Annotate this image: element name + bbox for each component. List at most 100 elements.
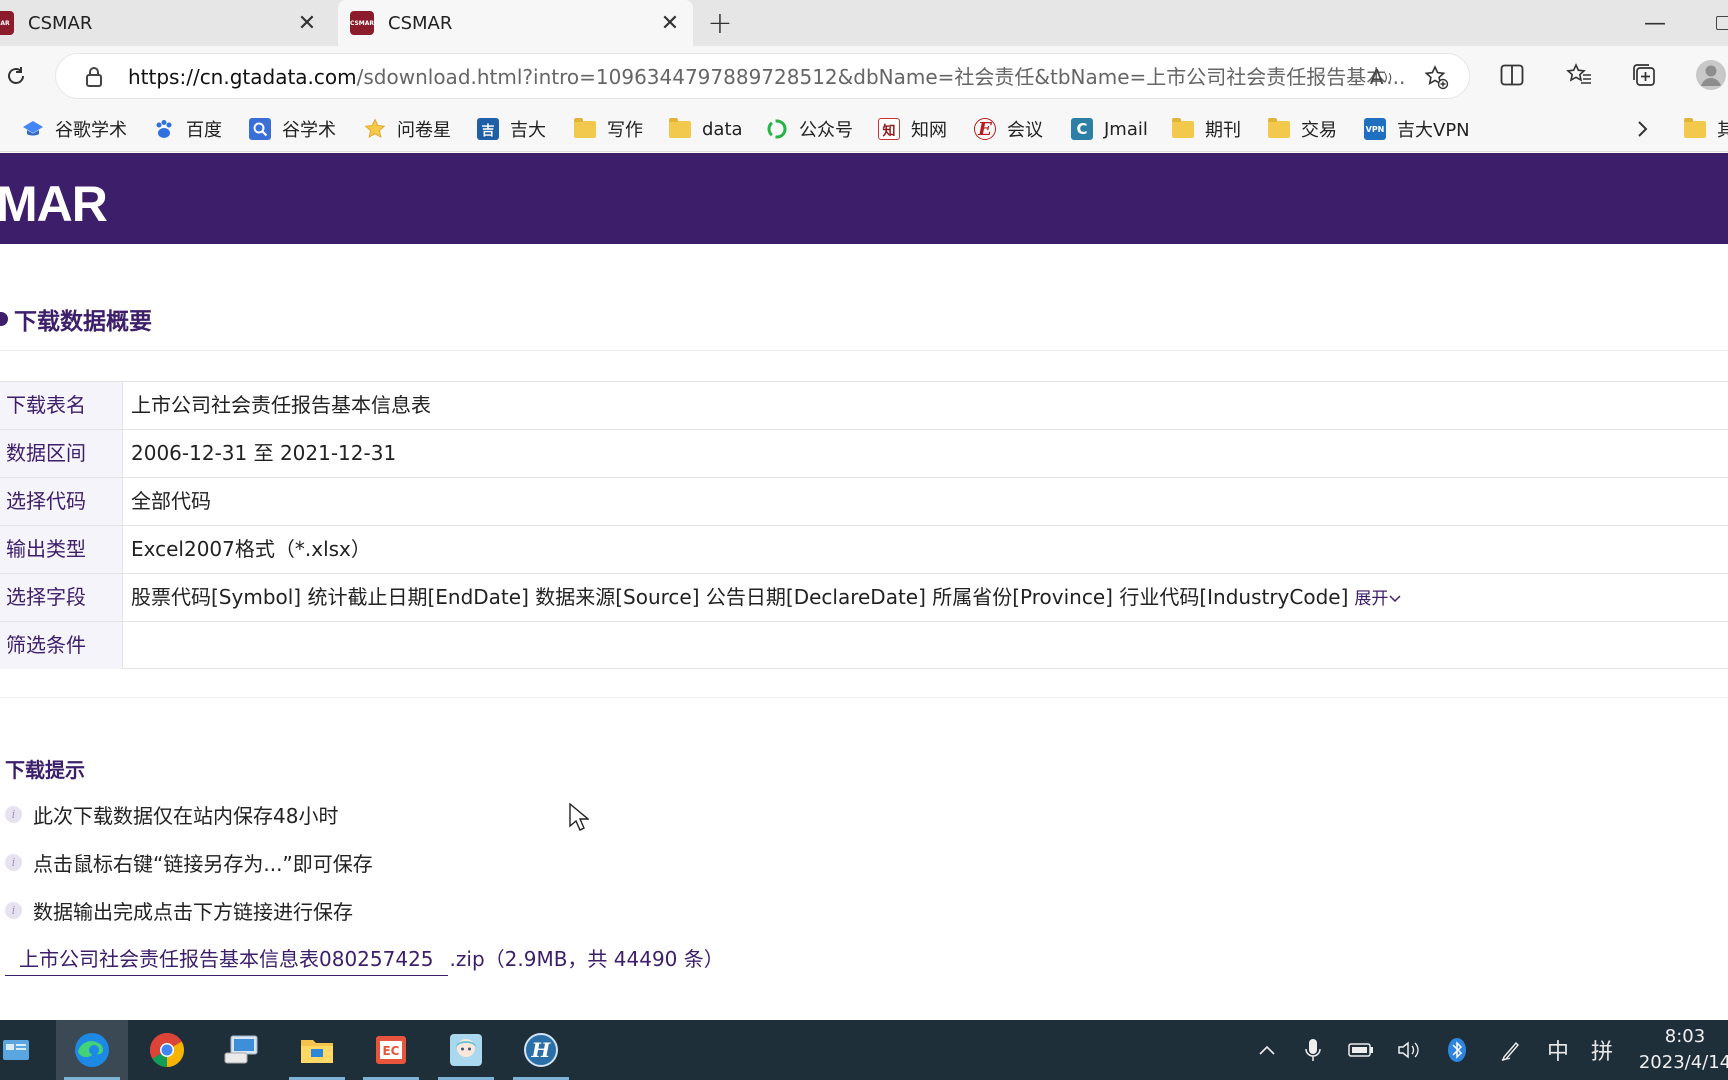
info-icon: i — [5, 901, 22, 919]
clock-time: 8:03 — [1664, 1026, 1706, 1047]
bookmark-label: 写作 — [607, 120, 643, 141]
chevron-right-icon[interactable] — [1628, 116, 1658, 142]
taskbar-presentation-app[interactable]: EC — [355, 1020, 427, 1080]
row-label: 选择代码 — [0, 478, 123, 525]
profile-avatar-icon[interactable] — [1694, 58, 1728, 92]
url-path: /sdownload.html?intro=109634479788972851… — [356, 65, 1406, 89]
bookmark-jmail[interactable]: C Jmail — [1071, 114, 1148, 144]
row-label: 下载表名 — [0, 382, 123, 429]
download-line: 上市公司社会责任报告基本信息表080257425 .zip（2.9MB，共 44… — [5, 944, 724, 976]
bookmark-conference[interactable]: E 会议 — [974, 114, 1043, 144]
cnki-icon: 知 — [878, 118, 900, 140]
address-bar[interactable]: https://cn.gtadata.com/sdownload.html?in… — [55, 53, 1470, 99]
bookmark-folder-other[interactable]: 其 — [1684, 114, 1728, 144]
browser-tab-1[interactable]: MAR CSMAR ✕ — [0, 0, 330, 46]
table-row: 选择字段 股票代码[Symbol] 统计截止日期[EndDate] 数据来源[S… — [0, 573, 1728, 621]
volume-icon[interactable] — [1392, 1020, 1426, 1080]
file-size-info: .zip（2.9MB，共 44490 条） — [449, 947, 724, 971]
add-favorite-icon[interactable] — [1423, 64, 1449, 90]
minimize-icon[interactable]: — — [1640, 8, 1670, 38]
row-value-fields: 股票代码[Symbol] 统计截止日期[EndDate] 数据来源[Source… — [131, 574, 1402, 621]
table-row: 输出类型 Excel2007格式（*.xlsx） — [0, 525, 1728, 573]
table-row: 筛选条件 — [0, 621, 1728, 669]
tab-title: CSMAR — [388, 12, 453, 34]
bookmark-cnki[interactable]: 知 知网 — [878, 114, 947, 144]
bluetooth-icon[interactable] — [1440, 1020, 1474, 1080]
bookmark-label: 谷学术 — [282, 120, 336, 141]
tip-item: i 数据输出完成点击下方链接进行保存 — [5, 895, 353, 925]
pen-icon[interactable] — [1494, 1020, 1528, 1080]
favorites-icon[interactable] — [1562, 58, 1596, 92]
bookmark-label: 期刊 — [1205, 120, 1241, 141]
site-header: MAR — [0, 153, 1728, 244]
split-screen-icon[interactable] — [1495, 58, 1529, 92]
row-value: Excel2007格式（*.xlsx） — [131, 537, 371, 561]
browser-toolbar: https://cn.gtadata.com/sdownload.html?in… — [0, 46, 1728, 106]
taskbar-h-app[interactable]: H — [505, 1020, 577, 1080]
wechat-icon — [766, 118, 788, 140]
system-clock[interactable]: 8:03 2023/4/14 — [1630, 1024, 1728, 1076]
svg-text:H: H — [531, 1038, 552, 1062]
bookmark-label: 吉大VPN — [1397, 120, 1470, 141]
tip-text: 数据输出完成点击下方链接进行保存 — [33, 899, 353, 924]
microphone-icon[interactable] — [1296, 1020, 1330, 1080]
bookmark-baidu[interactable]: 百度 — [153, 114, 222, 144]
expand-button[interactable]: 展开 — [1354, 589, 1402, 609]
chrome-icon — [150, 1033, 184, 1067]
taskbar-remote-desktop[interactable] — [206, 1020, 278, 1080]
bookmark-label: data — [702, 118, 743, 140]
chevron-down-icon — [1389, 595, 1401, 603]
expand-label: 展开 — [1354, 589, 1389, 609]
folder-icon — [1172, 117, 1194, 138]
read-aloud-icon[interactable]: A)) — [1368, 64, 1394, 90]
row-label: 数据区间 — [0, 430, 123, 477]
new-tab-icon[interactable]: + — [703, 6, 737, 41]
folder-icon — [669, 117, 691, 138]
url-text[interactable]: https://cn.gtadata.com/sdownload.html?in… — [128, 54, 1408, 100]
reload-icon[interactable] — [0, 58, 34, 94]
start-button[interactable] — [0, 1020, 52, 1080]
bookmark-gu-xueshu[interactable]: 谷学术 — [249, 114, 336, 144]
download-file-link[interactable]: 上市公司社会责任报告基本信息表080257425 — [5, 944, 448, 976]
taskbar-anime-app[interactable] — [430, 1020, 502, 1080]
overview-title: 下载数据概要 — [0, 302, 152, 336]
bookmark-jida-vpn[interactable]: VPN 吉大VPN — [1364, 114, 1470, 144]
bookmark-label: 谷歌学术 — [55, 120, 127, 141]
h-app-icon: H — [524, 1033, 558, 1067]
tips-title: 下载提示 — [5, 758, 85, 782]
baidu-paw-icon — [153, 118, 175, 140]
mouse-cursor-icon — [569, 802, 590, 835]
bookmark-jida[interactable]: 吉 吉大 — [477, 114, 546, 144]
divider — [0, 697, 1728, 698]
collections-icon[interactable] — [1627, 58, 1661, 92]
taskbar-file-explorer[interactable] — [281, 1020, 353, 1080]
chevron-up-icon[interactable] — [1250, 1020, 1284, 1080]
bookmark-folder-data[interactable]: data — [669, 114, 743, 144]
row-label: 输出类型 — [0, 526, 123, 573]
bookmark-google-scholar[interactable]: 谷歌学术 — [22, 114, 127, 144]
bookmark-wenjuanxing[interactable]: 问卷星 — [364, 114, 451, 144]
c-icon: C — [1071, 118, 1093, 140]
bookmark-folder-trading[interactable]: 交易 — [1268, 114, 1337, 144]
taskbar-chrome[interactable] — [131, 1020, 203, 1080]
browser-tab-2-active[interactable]: CSMAR CSMAR ✕ — [338, 0, 693, 46]
bookmark-folder-writing[interactable]: 写作 — [574, 114, 643, 144]
divider — [0, 350, 1728, 351]
close-tab-icon[interactable]: ✕ — [292, 8, 322, 38]
bookmark-wechat-public[interactable]: 公众号 — [766, 114, 853, 144]
star-icon — [364, 118, 386, 140]
bookmark-label: Jmail — [1104, 118, 1148, 140]
info-icon: i — [5, 853, 22, 871]
ime-language-indicator[interactable]: 中 — [1540, 1020, 1576, 1080]
bookmark-folder-journals[interactable]: 期刊 — [1172, 114, 1241, 144]
lock-icon[interactable] — [82, 65, 106, 89]
row-value: 上市公司社会责任报告基本信息表 — [131, 393, 431, 417]
battery-icon[interactable] — [1344, 1020, 1378, 1080]
ime-mode-indicator[interactable]: 拼 — [1584, 1020, 1620, 1080]
bookmark-label: 其 — [1717, 120, 1728, 141]
taskbar-edge[interactable] — [56, 1020, 128, 1080]
close-tab-icon[interactable]: ✕ — [655, 8, 685, 38]
maximize-icon[interactable] — [1708, 8, 1728, 38]
csmar-logo[interactable]: MAR — [0, 175, 108, 233]
url-host: https://cn.gtadata.com — [128, 65, 357, 89]
